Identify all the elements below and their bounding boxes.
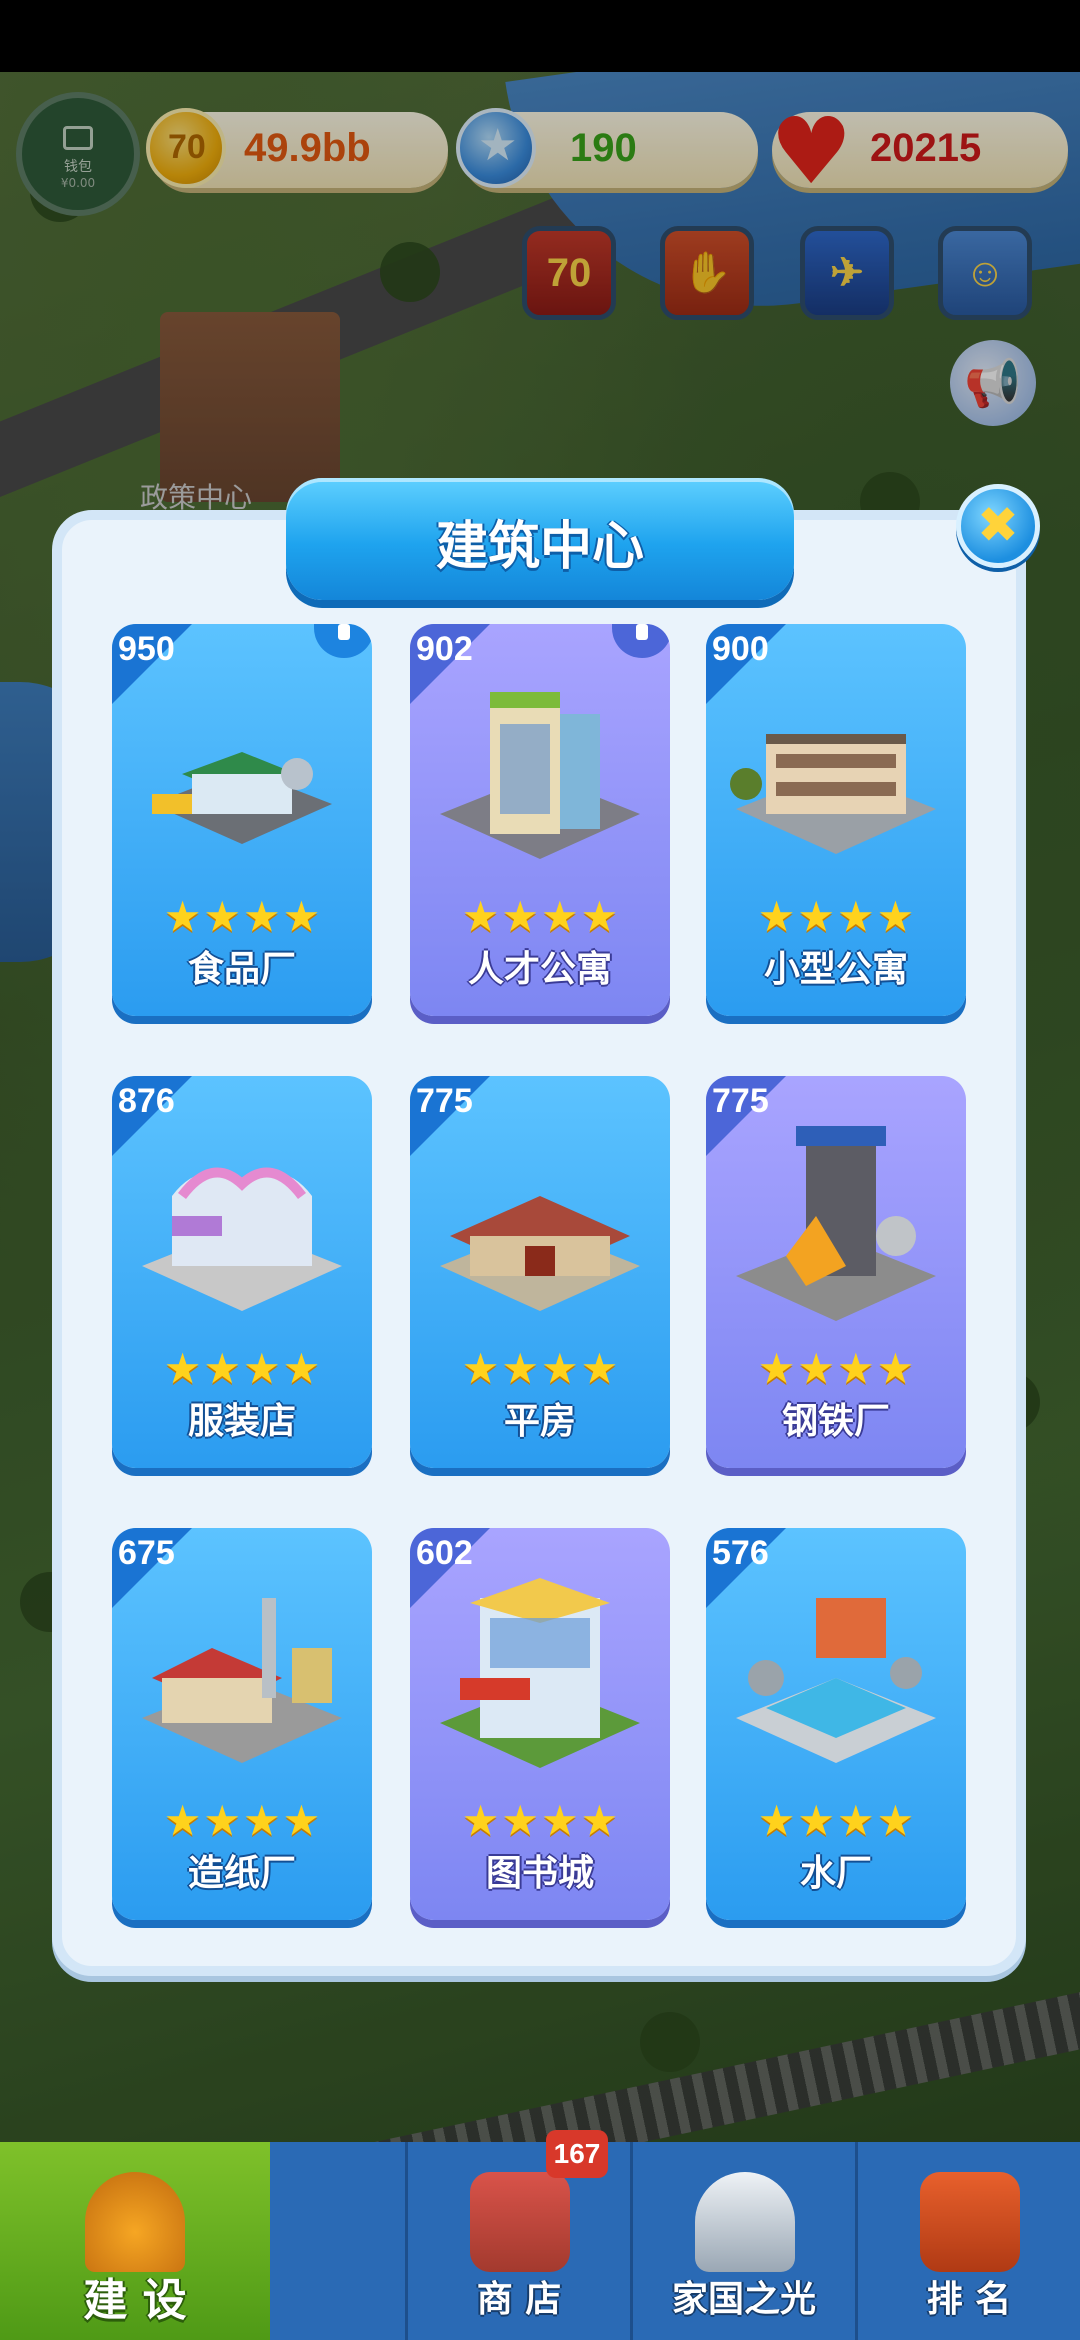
close-button[interactable]: ✖ bbox=[956, 484, 1040, 568]
building-grid: 950 ★★★★ 食品厂 902 ★★★★ 人才公寓 900 ★★★★ 小型公寓… bbox=[112, 624, 972, 1924]
building-number: 950 bbox=[118, 630, 175, 668]
building-card[interactable]: 900 ★★★★ 小型公寓 bbox=[706, 624, 966, 1016]
building-number: 775 bbox=[416, 1082, 473, 1120]
building-name: 图书城 bbox=[485, 1853, 594, 1894]
building-name: 服装店 bbox=[187, 1401, 296, 1442]
status-bar bbox=[0, 0, 1080, 72]
bottom-nav: 建 设 商 店 家国之光 排 名 bbox=[0, 2142, 1080, 2340]
building-name: 食品厂 bbox=[187, 949, 296, 990]
food-factory-art bbox=[152, 752, 332, 844]
building-name: 人才公寓 bbox=[467, 949, 612, 990]
building-number: 576 bbox=[712, 1534, 769, 1572]
talent-apartment-art bbox=[440, 692, 640, 859]
nav-build[interactable]: 建 设 bbox=[0, 2142, 270, 2340]
building-card[interactable]: 602 ★★★★ 图书城 bbox=[410, 1528, 670, 1920]
building-card[interactable]: 950 ★★★★ 食品厂 bbox=[112, 624, 372, 1016]
lock-icon bbox=[612, 624, 670, 658]
star-rating: ★★★★ bbox=[163, 892, 321, 941]
hardhat-icon bbox=[85, 2172, 185, 2272]
steel-mill-art bbox=[736, 1126, 936, 1321]
star-rating: ★★★★ bbox=[757, 1344, 915, 1393]
building-card[interactable]: 675 ★★★★ 造纸厂 bbox=[112, 1528, 372, 1920]
building-number: 902 bbox=[416, 630, 473, 668]
building-name: 平房 bbox=[503, 1401, 576, 1442]
building-card[interactable]: 876 ★★★★ 服装店 bbox=[112, 1076, 372, 1468]
nav-shop-label: 商 店 bbox=[476, 2279, 562, 2320]
star-rating: ★★★★ bbox=[163, 1796, 321, 1845]
star-rating: ★★★★ bbox=[461, 1344, 619, 1393]
building-number: 900 bbox=[712, 630, 769, 668]
star-rating: ★★★★ bbox=[757, 892, 915, 941]
book-city-art bbox=[440, 1578, 640, 1768]
shop-icon bbox=[470, 2172, 570, 2272]
building-number: 602 bbox=[416, 1534, 473, 1572]
nav-homeland[interactable]: 家国之光 bbox=[630, 2142, 855, 2340]
dialog-title-plate: 建筑中心 bbox=[286, 478, 794, 600]
nav-build-label: 建 设 bbox=[83, 2275, 187, 2326]
building-number: 775 bbox=[712, 1082, 769, 1120]
ranking-icon bbox=[920, 2172, 1020, 2272]
building-name: 小型公寓 bbox=[763, 949, 908, 990]
building-number: 876 bbox=[118, 1082, 175, 1120]
rocket-icon bbox=[695, 2172, 795, 2272]
bungalow-art bbox=[440, 1196, 640, 1311]
building-card[interactable]: 576 ★★★★ 水厂 bbox=[706, 1528, 966, 1920]
lock-icon bbox=[314, 624, 372, 658]
star-rating: ★★★★ bbox=[461, 892, 619, 941]
paper-mill-art bbox=[142, 1598, 342, 1763]
building-card[interactable]: 902 ★★★★ 人才公寓 bbox=[410, 624, 670, 1016]
building-number: 675 bbox=[118, 1534, 175, 1572]
star-rating: ★★★★ bbox=[163, 1344, 321, 1393]
nav-ranking[interactable]: 排 名 bbox=[855, 2142, 1080, 2340]
star-rating: ★★★★ bbox=[461, 1796, 619, 1845]
nav-ranking-label: 排 名 bbox=[926, 2279, 1012, 2320]
close-icon: ✖ bbox=[977, 496, 1019, 554]
shop-badge: 167 bbox=[546, 2130, 608, 2178]
nav-homeland-label: 家国之光 bbox=[671, 2279, 816, 2320]
building-name: 水厂 bbox=[799, 1853, 872, 1894]
building-card[interactable]: 775 ★★★★ 平房 bbox=[410, 1076, 670, 1468]
small-apartment-art bbox=[730, 734, 936, 854]
building-name: 造纸厂 bbox=[187, 1853, 296, 1894]
star-rating: ★★★★ bbox=[757, 1796, 915, 1845]
water-plant-art bbox=[736, 1598, 936, 1763]
building-name: 钢铁厂 bbox=[781, 1401, 890, 1442]
clothing-store-art bbox=[142, 1167, 342, 1311]
building-card[interactable]: 775 ★★★★ 钢铁厂 bbox=[706, 1076, 966, 1468]
dialog-title: 建筑中心 bbox=[435, 517, 644, 577]
